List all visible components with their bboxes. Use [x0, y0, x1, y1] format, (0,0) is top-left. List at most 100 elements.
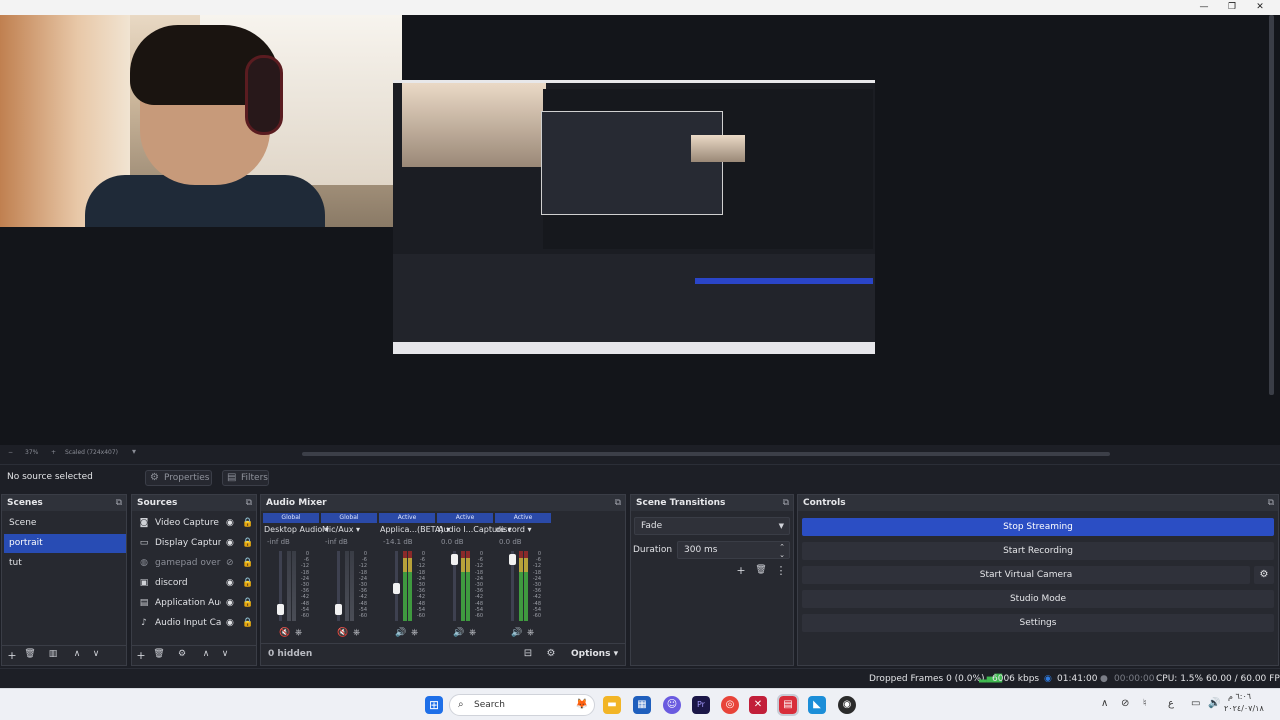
eye-icon[interactable]: ◉: [226, 514, 234, 533]
undock-icon[interactable]: ⧉: [783, 495, 789, 511]
eye-icon[interactable]: ◉: [226, 614, 234, 633]
tray-chevron-icon[interactable]: ∧: [1101, 698, 1108, 709]
scene-item[interactable]: Scene: [4, 514, 126, 533]
monitor-icon[interactable]: ⎈: [527, 628, 534, 638]
eye-off-icon[interactable]: ⊘: [226, 554, 234, 573]
scene-filters-icon[interactable]: ▥: [46, 649, 60, 659]
display-icon[interactable]: ▭: [1191, 698, 1200, 709]
file-explorer-icon[interactable]: ▬: [603, 696, 621, 714]
source-item[interactable]: ▤ Application Audi ◉ 🔒: [134, 594, 256, 613]
undock-icon[interactable]: ⧉: [1268, 495, 1274, 511]
undock-icon[interactable]: ⧉: [615, 495, 621, 511]
app-icon[interactable]: ✕: [749, 696, 767, 714]
preview-horizontal-scrollbar[interactable]: [302, 452, 1110, 456]
volume-fader[interactable]: [451, 551, 458, 621]
channel-name[interactable]: Desktop Audio ▾: [264, 525, 329, 534]
zoom-out-button[interactable]: −: [8, 449, 13, 456]
maximize-button[interactable]: ❐: [1217, 0, 1247, 15]
stop-streaming-button[interactable]: Stop Streaming: [802, 518, 1274, 536]
studio-mode-button[interactable]: Studio Mode: [802, 590, 1274, 608]
source-item[interactable]: ◙ Video Capture D ◉ 🔒: [134, 514, 256, 533]
more-options-icon[interactable]: ⋮: [774, 564, 788, 577]
fader-handle[interactable]: [509, 554, 516, 565]
add-transition-icon[interactable]: +: [734, 564, 748, 577]
preview-area[interactable]: [0, 15, 1280, 445]
mic-icon[interactable]: ♮: [1143, 698, 1147, 709]
move-up-icon[interactable]: ∧: [70, 649, 84, 659]
start-virtual-camera-button[interactable]: Start Virtual Camera: [802, 566, 1250, 584]
remove-source-icon[interactable]: 🗑: [152, 649, 166, 659]
eye-icon[interactable]: ◉: [226, 534, 234, 553]
zoom-dropdown-icon[interactable]: ▾: [132, 447, 136, 456]
obs-active-icon[interactable]: ▤: [777, 694, 799, 716]
source-item-hidden[interactable]: ◍ gamepad overla ⊘ 🔒: [134, 554, 256, 573]
volume-fader[interactable]: [509, 551, 516, 621]
move-down-icon[interactable]: ∨: [218, 649, 232, 659]
taskbar-search[interactable]: ⌕ Search 🦊: [449, 694, 595, 716]
speaker-icon[interactable]: 🔊: [511, 628, 522, 638]
obs-icon[interactable]: ◉: [838, 696, 856, 714]
muted-speaker-icon[interactable]: 🔇: [279, 628, 290, 638]
source-item[interactable]: ♪ Audio Input Cap ◉ 🔒: [134, 614, 256, 633]
preview-vertical-scrollbar[interactable]: [1269, 15, 1274, 395]
source-item[interactable]: ▭ Display Capture ◉ 🔒: [134, 534, 256, 553]
fader-handle[interactable]: [335, 604, 342, 615]
volume-fader[interactable]: [393, 551, 400, 621]
scene-item-selected[interactable]: portrait: [4, 534, 126, 553]
network-icon[interactable]: ⊘: [1121, 698, 1129, 709]
lock-icon[interactable]: 🔒: [242, 534, 253, 553]
transition-select[interactable]: Fade ▼: [634, 517, 790, 535]
channel-name[interactable]: discord ▾: [496, 525, 532, 534]
source-item[interactable]: ▣ discord ◉ 🔒: [134, 574, 256, 593]
discord-icon[interactable]: ☺: [663, 696, 681, 714]
fader-handle[interactable]: [451, 554, 458, 565]
fader-handle[interactable]: [393, 583, 400, 594]
close-button[interactable]: ✕: [1245, 0, 1275, 15]
chevron-down-icon[interactable]: ▾: [354, 525, 360, 534]
options-button[interactable]: Options ▾: [571, 649, 618, 659]
clock-date[interactable]: ٢٠٢٤/٠٧/١٨: [1224, 704, 1264, 713]
lock-icon[interactable]: 🔒: [242, 514, 253, 533]
premiere-icon[interactable]: Pr: [692, 696, 710, 714]
settings-button[interactable]: Settings: [802, 614, 1274, 632]
monitor-icon[interactable]: ⎈: [295, 628, 302, 638]
scene-item[interactable]: tut: [4, 554, 126, 573]
windows-start-icon[interactable]: ⊞: [425, 696, 443, 714]
undock-icon[interactable]: ⧉: [116, 495, 122, 511]
monitor-icon[interactable]: ⎈: [411, 628, 418, 638]
chevron-down-icon[interactable]: ▾: [525, 525, 532, 534]
layout-toggle-icon[interactable]: ⊟: [521, 648, 535, 659]
eye-icon[interactable]: ◉: [226, 574, 234, 593]
channel-name[interactable]: Mic/Aux ▾: [322, 525, 360, 534]
speaker-icon[interactable]: 🔊: [453, 628, 464, 638]
undock-icon[interactable]: ⧉: [246, 495, 252, 511]
add-scene-icon[interactable]: +: [5, 649, 19, 662]
monitor-icon[interactable]: ⎈: [353, 628, 360, 638]
volume-icon[interactable]: 🔊: [1208, 698, 1220, 709]
monitor-icon[interactable]: ⎈: [469, 628, 476, 638]
move-up-icon[interactable]: ∧: [199, 649, 213, 659]
advanced-audio-icon[interactable]: ⚙: [544, 648, 558, 659]
minimize-button[interactable]: —: [1189, 0, 1219, 15]
vscode-icon[interactable]: ◣: [808, 696, 826, 714]
move-down-icon[interactable]: ∨: [89, 649, 103, 659]
fader-handle[interactable]: [277, 604, 284, 615]
zoom-in-button[interactable]: +: [51, 449, 56, 456]
lock-icon[interactable]: 🔒: [242, 554, 253, 573]
lock-icon[interactable]: 🔒: [242, 574, 253, 593]
lock-icon[interactable]: 🔒: [242, 614, 253, 633]
volume-fader[interactable]: [335, 551, 342, 621]
eye-icon[interactable]: ◉: [226, 594, 234, 613]
start-recording-button[interactable]: Start Recording: [802, 542, 1274, 560]
add-source-icon[interactable]: +: [134, 649, 148, 662]
remove-transition-icon[interactable]: 🗑: [754, 565, 768, 575]
clock-time[interactable]: ٦:٠٦ م: [1228, 692, 1251, 701]
source-properties-icon[interactable]: ⚙: [175, 649, 189, 659]
muted-speaker-icon[interactable]: 🔇: [337, 628, 348, 638]
store-icon[interactable]: ▦: [633, 696, 651, 714]
duration-spinbox[interactable]: 300 ms ⌃ ⌄: [677, 541, 790, 559]
language-indicator[interactable]: ع: [1168, 698, 1174, 709]
remove-scene-icon[interactable]: 🗑: [23, 649, 37, 659]
spin-down-icon[interactable]: ⌄: [779, 547, 785, 563]
chrome-icon[interactable]: ◎: [721, 696, 739, 714]
